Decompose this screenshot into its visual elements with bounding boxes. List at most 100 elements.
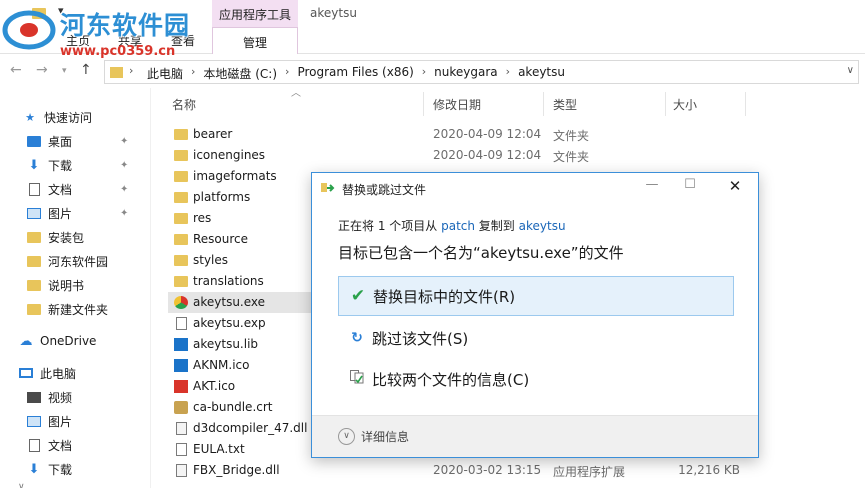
file-name: translations bbox=[193, 274, 264, 288]
column-header-type[interactable]: 类型 bbox=[553, 96, 577, 113]
star-icon: ★ bbox=[25, 110, 35, 124]
image-file-icon bbox=[174, 380, 188, 393]
folder-icon bbox=[26, 278, 42, 292]
column-divider[interactable] bbox=[423, 92, 424, 116]
sidebar-item-onedrive[interactable]: ☁ OneDrive bbox=[18, 330, 97, 352]
desktop-icon bbox=[26, 134, 42, 148]
breadcrumb-akeytsu[interactable]: akeytsu bbox=[514, 65, 569, 82]
download-icon: ⬇ bbox=[28, 461, 40, 477]
sidebar-item-desktop[interactable]: 桌面 bbox=[26, 130, 72, 152]
replace-file-button[interactable]: ✔ 替换目标中的文件(R) bbox=[338, 276, 734, 316]
column-divider[interactable] bbox=[745, 92, 746, 116]
tab-home[interactable]: 主页 bbox=[66, 32, 90, 49]
column-divider[interactable] bbox=[665, 92, 666, 116]
source-folder-link[interactable]: patch bbox=[441, 219, 475, 233]
column-header-modified[interactable]: 修改日期 bbox=[433, 96, 481, 113]
option-label: 比较两个文件的信息(C) bbox=[372, 370, 530, 389]
compare-files-button[interactable]: 比较两个文件的信息(C) bbox=[338, 359, 734, 399]
sidebar-item-pc-downloads[interactable]: ⬇ 下载 bbox=[26, 458, 72, 480]
file-row[interactable]: iconengines 2020-04-09 12:04 文件夹 bbox=[168, 145, 748, 166]
more-details-toggle[interactable]: ∨ 详细信息 bbox=[338, 428, 409, 445]
file-name: Resource bbox=[193, 232, 249, 246]
sidebar-item-manual[interactable]: 说明书 bbox=[26, 274, 84, 296]
pin-icon[interactable]: ✦ bbox=[120, 208, 128, 219]
column-header-name[interactable]: 名称 bbox=[172, 96, 196, 113]
sidebar-item-pc-documents[interactable]: 文档 bbox=[26, 434, 72, 456]
file-modified: 2020-04-09 12:04 bbox=[433, 148, 542, 162]
address-folder-icon bbox=[110, 67, 123, 78]
context-tab-group: 应用程序工具 管理 bbox=[212, 0, 298, 54]
copy-text-mid: 复制到 bbox=[474, 219, 519, 233]
sidebar-item-new-folder[interactable]: 新建文件夹 bbox=[26, 298, 108, 320]
pin-icon[interactable]: ✦ bbox=[120, 184, 128, 195]
sidebar-item-label: 视频 bbox=[48, 390, 73, 405]
chevron-right-icon[interactable]: › bbox=[187, 65, 199, 82]
replace-or-skip-dialog: 替换或跳过文件 — ☐ ✕ 正在将 1 个项目从 patch 复制到 akeyt… bbox=[311, 172, 759, 458]
recent-dropdown-icon[interactable]: ▾ bbox=[62, 66, 67, 76]
chevron-right-icon[interactable]: › bbox=[281, 65, 293, 82]
minimize-icon[interactable]: — bbox=[634, 177, 670, 199]
image-file-icon bbox=[174, 359, 188, 372]
address-dropdown-icon[interactable]: ∨ bbox=[847, 65, 854, 76]
folder-icon bbox=[174, 192, 188, 203]
sidebar-item-documents[interactable]: 文档 bbox=[26, 178, 72, 200]
breadcrumb-this-pc[interactable]: 此电脑 bbox=[143, 65, 187, 82]
sidebar-item-label: 图片 bbox=[48, 206, 73, 221]
sidebar-item-pictures[interactable]: 图片 bbox=[26, 202, 72, 224]
tab-manage[interactable]: 管理 bbox=[212, 27, 298, 54]
sidebar-item-downloads[interactable]: ⬇ 下载 bbox=[26, 154, 72, 176]
file-modified: 2020-03-02 13:15 bbox=[433, 463, 542, 477]
sidebar-item-label: 文档 bbox=[48, 438, 73, 453]
copy-arrow-icon bbox=[321, 183, 335, 192]
file-row[interactable]: bearer 2020-04-09 12:04 文件夹 bbox=[168, 124, 748, 145]
file-row[interactable]: FBX_Bridge.dll 2020-03-02 13:15 应用程序扩展 12,2… bbox=[168, 460, 748, 481]
quick-access-dropdown-icon[interactable]: ▾ bbox=[58, 4, 64, 17]
chevron-right-icon[interactable]: › bbox=[502, 65, 514, 82]
breadcrumb: 此电脑 › 本地磁盘 (C:) › Program Files (x86) › … bbox=[143, 65, 569, 82]
sidebar-item-label: 下载 bbox=[48, 462, 73, 477]
breadcrumb-program-files[interactable]: Program Files (x86) bbox=[293, 65, 417, 82]
file-name: AKNM.ico bbox=[193, 358, 250, 372]
sidebar-item-videos[interactable]: 视频 bbox=[26, 386, 72, 408]
checkmark-icon: ✔ bbox=[350, 286, 366, 306]
document-icon bbox=[176, 443, 187, 456]
file-name: akeytsu.exe bbox=[193, 295, 266, 309]
file-name: platforms bbox=[193, 190, 251, 204]
back-arrow-icon[interactable]: ← bbox=[10, 62, 22, 78]
column-header-size[interactable]: 大小 bbox=[673, 96, 697, 113]
file-type: 文件夹 bbox=[553, 150, 590, 164]
pin-icon[interactable]: ✦ bbox=[120, 160, 128, 171]
up-arrow-icon[interactable]: ↑ bbox=[80, 62, 92, 78]
sidebar-item-label: 说明书 bbox=[48, 278, 85, 293]
scroll-down-icon[interactable]: ∨ bbox=[18, 482, 25, 488]
ribbon: ▾ 主页 共享 查看 应用程序工具 管理 akeytsu bbox=[0, 0, 865, 54]
column-divider[interactable] bbox=[543, 92, 544, 116]
chevron-right-icon[interactable]: › bbox=[129, 64, 133, 77]
tab-view[interactable]: 查看 bbox=[171, 32, 195, 49]
sidebar-item-installers[interactable]: 安装包 bbox=[26, 226, 84, 248]
sidebar-item-hedong[interactable]: 河东软件园 bbox=[26, 250, 108, 272]
dialog-titlebar[interactable]: 替换或跳过文件 — ☐ ✕ bbox=[312, 173, 758, 203]
sidebar-item-label: 快速访问 bbox=[44, 110, 93, 125]
close-icon[interactable]: ✕ bbox=[717, 177, 753, 199]
folder-icon bbox=[174, 234, 188, 245]
destination-folder-link[interactable]: akeytsu bbox=[519, 219, 566, 233]
sidebar-quick-access[interactable]: ★ 快速访问 bbox=[22, 106, 92, 128]
compare-icon bbox=[346, 370, 368, 388]
pin-icon[interactable]: ✦ bbox=[120, 136, 128, 147]
dll-file-icon bbox=[176, 464, 187, 477]
breadcrumb-local-disk[interactable]: 本地磁盘 (C:) bbox=[199, 65, 281, 82]
skip-file-button[interactable]: ↻ 跳过该文件(S) bbox=[338, 318, 734, 358]
maximize-icon[interactable]: ☐ bbox=[672, 177, 708, 199]
sidebar-item-label: 下载 bbox=[48, 158, 73, 173]
address-bar[interactable]: › 此电脑 › 本地磁盘 (C:) › Program Files (x86) … bbox=[104, 60, 859, 84]
quick-access-folder-icon[interactable] bbox=[32, 8, 46, 19]
tab-share[interactable]: 共享 bbox=[118, 32, 142, 49]
sidebar-item-pc-pictures[interactable]: 图片 bbox=[26, 410, 72, 432]
folder-icon bbox=[174, 150, 188, 161]
breadcrumb-nukeygara[interactable]: nukeygara bbox=[430, 65, 501, 82]
sidebar-item-this-pc[interactable]: 此电脑 bbox=[18, 362, 76, 384]
forward-arrow-icon[interactable]: → bbox=[36, 62, 48, 78]
dll-file-icon bbox=[176, 422, 187, 435]
chevron-right-icon[interactable]: › bbox=[418, 65, 430, 82]
